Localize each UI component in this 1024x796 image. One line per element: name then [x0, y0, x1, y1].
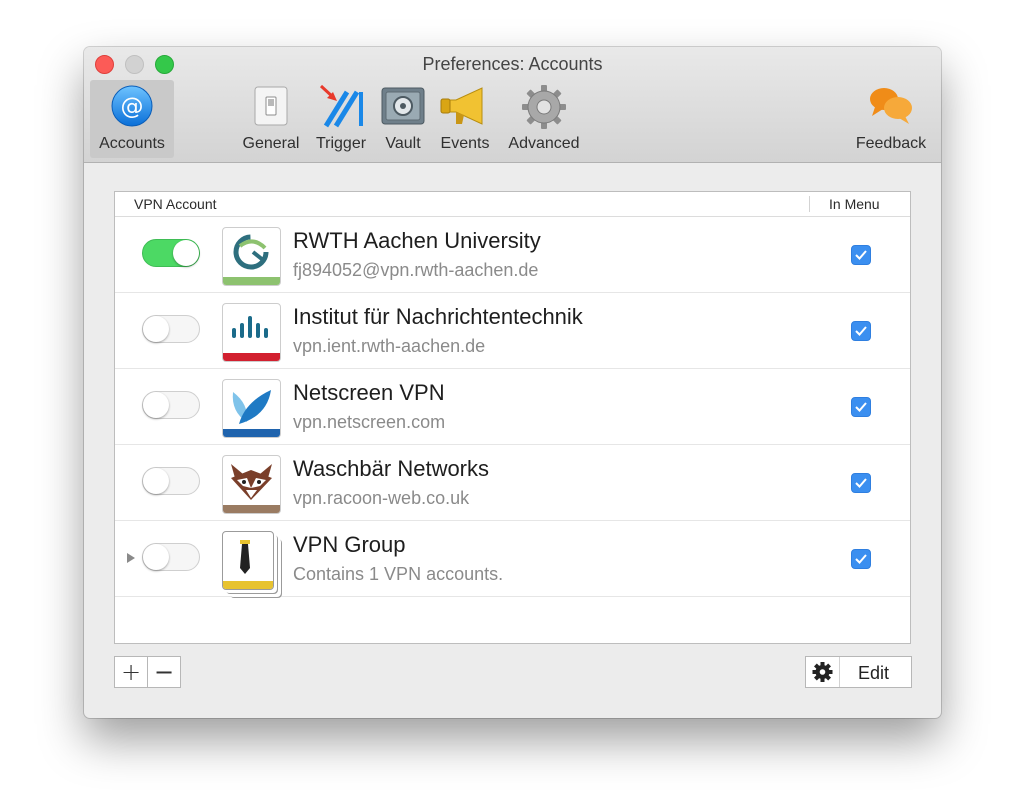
megaphone-icon: [440, 87, 483, 125]
toolbar-trigger[interactable]: Trigger: [310, 80, 372, 158]
account-enable-toggle[interactable]: [142, 239, 200, 267]
in-menu-checkbox[interactable]: [851, 549, 871, 569]
account-name: VPN Group: [293, 532, 406, 557]
speech-bubbles-icon: [870, 88, 912, 124]
table-header: VPN Account In Menu: [115, 192, 910, 217]
trigger-icon: [319, 84, 363, 128]
toolbar-vault[interactable]: Vault: [376, 80, 430, 158]
account-address: vpn.ient.rwth-aachen.de: [293, 336, 486, 356]
account-enable-toggle[interactable]: [142, 391, 200, 419]
toolbar-general-label: General: [242, 135, 300, 152]
account-enable-toggle[interactable]: [142, 467, 200, 495]
in-menu-checkbox[interactable]: [851, 397, 871, 417]
account-address: vpn.netscreen.com: [293, 412, 446, 432]
toolbar-events[interactable]: Events: [434, 80, 496, 158]
netscreen-logo-icon: [222, 379, 281, 438]
toolbar-vault-label: Vault: [385, 135, 421, 152]
vpn-account-table: VPN Account In Menu RWTH Aachen Universi…: [114, 191, 911, 644]
preferences-window: Preferences: Accounts @ Accounts General: [84, 47, 941, 718]
cisco-logo-icon: [222, 303, 281, 362]
switch-icon: [254, 86, 288, 126]
account-enable-toggle[interactable]: [142, 315, 200, 343]
account-name: Institut für Nachrichtentechnik: [293, 304, 583, 329]
table-row[interactable]: Waschbär Networks vpn.racoon-web.co.uk: [115, 445, 910, 521]
window-title: Preferences: Accounts: [422, 54, 603, 74]
raccoon-icon: [222, 455, 281, 514]
toolbar-advanced-label: Advanced: [508, 135, 580, 152]
disclosure-triangle-icon[interactable]: [127, 553, 135, 563]
remove-account-button[interactable]: −: [147, 656, 181, 688]
toolbar-trigger-label: Trigger: [315, 135, 367, 152]
svg-text:@: @: [121, 94, 144, 120]
edit-button-label: Edit: [858, 663, 890, 683]
minus-icon: −: [153, 658, 175, 686]
in-menu-checkbox[interactable]: [851, 473, 871, 493]
gear-icon: [806, 657, 840, 687]
account-enable-toggle[interactable]: [142, 543, 200, 571]
rwth-logo-icon: [222, 227, 281, 286]
vpn-group-icon: [222, 531, 274, 590]
column-divider: [809, 196, 810, 212]
account-name: RWTH Aachen University: [293, 228, 541, 253]
toolbar-events-label: Events: [440, 135, 490, 152]
toolbar-accounts[interactable]: @ Accounts: [90, 80, 174, 158]
in-menu-checkbox[interactable]: [851, 321, 871, 341]
title-bar: Preferences: Accounts @ Accounts General: [84, 47, 941, 163]
toolbar-feedback-label: Feedback: [855, 135, 927, 152]
safe-icon: [381, 87, 425, 125]
table-row[interactable]: RWTH Aachen University fj894052@vpn.rwth…: [115, 217, 910, 293]
account-address: Contains 1 VPN accounts.: [293, 564, 504, 584]
account-name: Netscreen VPN: [293, 380, 445, 405]
in-menu-checkbox[interactable]: [851, 245, 871, 265]
toolbar-accounts-label: Accounts: [99, 135, 165, 152]
table-row[interactable]: Institut für Nachrichtentechnik vpn.ient…: [115, 293, 910, 369]
account-address: fj894052@vpn.rwth-aachen.de: [293, 260, 539, 280]
toolbar-feedback[interactable]: Feedback: [850, 80, 932, 158]
at-sign-icon: @: [111, 85, 153, 127]
plus-icon: +: [120, 658, 142, 686]
edit-button[interactable]: Edit: [805, 656, 912, 688]
column-header-in-menu[interactable]: In Menu: [829, 196, 880, 212]
table-row[interactable]: VPN Group Contains 1 VPN accounts.: [115, 521, 910, 597]
gear-icon: [522, 85, 566, 129]
account-address: vpn.racoon-web.co.uk: [293, 488, 470, 508]
account-name: Waschbär Networks: [293, 456, 490, 481]
table-row[interactable]: Netscreen VPN vpn.netscreen.com: [115, 369, 910, 445]
column-header-vpn-account[interactable]: VPN Account: [134, 196, 217, 212]
toolbar-advanced[interactable]: Advanced: [502, 80, 586, 158]
toolbar-general[interactable]: General: [239, 80, 303, 158]
add-account-button[interactable]: +: [114, 656, 148, 688]
